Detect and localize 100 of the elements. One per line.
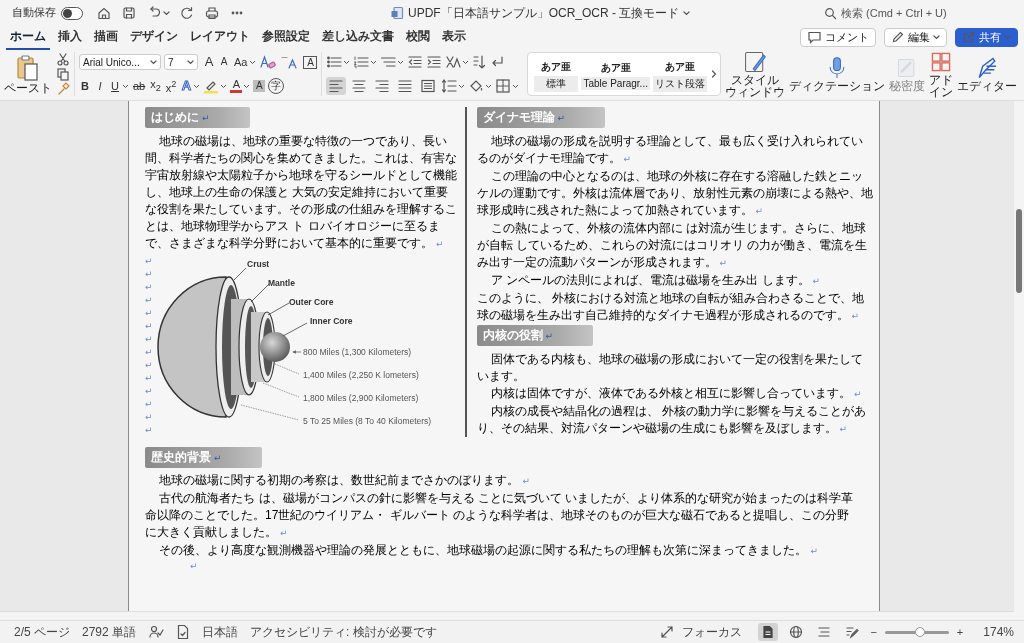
- style-item[interactable]: あア亜 リスト段落: [652, 56, 707, 92]
- dropdown-caret-icon[interactable]: [220, 83, 228, 89]
- font-name-field[interactable]: Arial Unico...: [79, 54, 161, 70]
- save-icon[interactable]: [121, 5, 137, 21]
- dropdown-caret-icon[interactable]: [397, 59, 405, 65]
- grow-font-button[interactable]: A: [203, 55, 215, 69]
- dropdown-caret-icon[interactable]: [249, 59, 257, 65]
- ribbon-tab[interactable]: 校閲: [402, 24, 434, 50]
- dropdown-caret-icon[interactable]: [193, 83, 201, 89]
- zoom-in-button[interactable]: +: [956, 626, 964, 638]
- dropdown-caret-icon[interactable]: [343, 59, 351, 65]
- clear-formatting-icon[interactable]: [259, 54, 278, 70]
- scissors-icon[interactable]: [56, 52, 70, 66]
- font-size-field[interactable]: 7: [164, 54, 198, 70]
- paragraph: このように、 外核における対流と地球の自転が組み合わさることで、地球の磁場を生み出す自己維持的なダイナモ過程が形成されるのです。 ↵: [476, 290, 865, 324]
- zoom-level[interactable]: 174%: [983, 625, 1014, 639]
- print-icon[interactable]: [204, 5, 220, 21]
- zoom-out-button[interactable]: −: [870, 626, 877, 638]
- sort-icon[interactable]: [472, 54, 487, 70]
- pencil-icon: [891, 30, 905, 44]
- redo-icon[interactable]: [179, 5, 195, 21]
- chevron-right-icon[interactable]: [709, 69, 718, 79]
- dropdown-caret-icon[interactable]: [458, 83, 466, 89]
- focus-button[interactable]: フォーカス: [660, 623, 743, 641]
- paragraph: その後、より高度な観測機器や理論の発展とともに、地球磁場の起源に関する私たちの理解も次第に深まってきました。 ↵: [158, 542, 819, 559]
- diagram-label: Outer Core: [288, 297, 333, 307]
- character-shading-button[interactable]: A: [253, 80, 266, 92]
- accessibility-status[interactable]: アクセシビリティ: 検討が必要です: [250, 623, 437, 641]
- editor-button[interactable]: エディター: [956, 55, 1017, 93]
- ribbon-tab[interactable]: 表示: [438, 24, 470, 50]
- search-field[interactable]: 検索 (Cmd + Ctrl + U): [824, 6, 1014, 20]
- ribbon-tab[interactable]: ホーム: [6, 24, 50, 50]
- subscript-button[interactable]: x$_{2}$: [149, 76, 162, 96]
- ribbon-tab[interactable]: デザイン: [126, 24, 182, 50]
- borders-icon[interactable]: [495, 78, 512, 94]
- scrollbar-thumb[interactable]: [1016, 209, 1022, 293]
- line-spacing-icon[interactable]: [441, 78, 458, 94]
- format-painter-icon[interactable]: [56, 82, 70, 96]
- italic-button[interactable]: I: [94, 79, 106, 93]
- paragraph: 古代の航海者たち は、磁場がコンパスの針に影響を与える ことに気づいて いましたが、より体系的な研究が始まったのは科学革命以降のことでした。17世紀のウイリアム・ ギルバート のような科学者は、地球そのものが巨大な磁石であると提唱し、この分野に大きく貢献しました。 ↵: [145, 490, 855, 541]
- paragraph-mark: ↵: [145, 359, 153, 372]
- home-icon[interactable]: [96, 5, 112, 21]
- zoom-slider[interactable]: [884, 630, 949, 634]
- proofing-icon[interactable]: [148, 624, 165, 640]
- horizontal-scrollbar[interactable]: [0, 611, 1014, 620]
- ribbon-tab[interactable]: 差し込み文書: [318, 24, 398, 50]
- ribbon-tab[interactable]: レイアウト: [186, 24, 254, 50]
- clipboard-icon[interactable]: [16, 53, 40, 82]
- language-label[interactable]: 日本語: [202, 623, 239, 641]
- character-border-button[interactable]: A: [303, 55, 318, 69]
- shrink-font-button[interactable]: A: [218, 55, 230, 69]
- page-count[interactable]: 2/5 ページ: [14, 623, 70, 641]
- copy-icon[interactable]: [56, 67, 70, 81]
- paragraph: この熱によって、外核の流体内部に は対流が生じます。さらに、地球が自転 しているため、これらの対流にはコリオリ の力が働き、電流を生み出す一定の流動パターンが形成されます。 ↵: [476, 220, 869, 271]
- change-case-button[interactable]: Aa: [233, 55, 249, 69]
- dropdown-caret-icon[interactable]: [370, 59, 378, 65]
- section-heading: 歴史的背景 ↵: [145, 447, 262, 468]
- slider-thumb[interactable]: [915, 626, 926, 637]
- dropdown-caret-icon[interactable]: [243, 83, 251, 89]
- increase-indent-icon[interactable]: [426, 54, 443, 70]
- dropdown-caret-icon[interactable]: [512, 83, 520, 89]
- paste-button[interactable]: ペースト: [4, 53, 52, 95]
- print-layout-button[interactable]: [758, 623, 779, 641]
- bold-button[interactable]: B: [79, 79, 91, 93]
- document-icon: [390, 6, 404, 20]
- document-check-icon[interactable]: [176, 624, 191, 640]
- font-color-button[interactable]: A: [230, 79, 243, 93]
- dropdown-caret-icon[interactable]: [122, 83, 129, 89]
- dropdown-caret-icon[interactable]: [485, 83, 493, 89]
- underline-button[interactable]: U: [109, 79, 121, 93]
- comment-button[interactable]: コメント: [800, 27, 876, 47]
- dictation-button[interactable]: ディクテーション: [788, 55, 885, 93]
- ribbon-tab[interactable]: 描画: [90, 24, 122, 50]
- ribbon-tab[interactable]: 挿入: [54, 24, 86, 50]
- ribbon-tab[interactable]: 参照設定: [258, 24, 314, 50]
- leader-line: [282, 322, 307, 337]
- multilevel-list-icon[interactable]: [380, 54, 397, 70]
- leader-line: [240, 404, 299, 421]
- styles-pane-button[interactable]: スタイル ウィンドウ: [724, 49, 785, 99]
- caret-icon: [933, 34, 940, 40]
- paint-bucket-icon[interactable]: [468, 78, 485, 94]
- alignment-button[interactable]: [326, 77, 347, 95]
- word-count[interactable]: 2792 単語: [82, 623, 137, 641]
- asian-layout-icon[interactable]: [445, 54, 462, 70]
- paragraph-mark: ↵: [145, 307, 153, 320]
- dropdown-caret-icon[interactable]: [462, 59, 470, 65]
- add-ins-button[interactable]: アド イン: [928, 49, 953, 99]
- share-icon: [962, 30, 976, 44]
- edit-button[interactable]: 編集: [884, 27, 947, 47]
- document-title[interactable]: UPDF「日本語サンプル」OCR_OCR - 互換モード: [408, 4, 680, 22]
- style-item[interactable]: あア亜 Table Paragr...: [581, 58, 650, 90]
- align-right-icon: [374, 78, 391, 94]
- superscript-button[interactable]: x$^{2}$: [164, 77, 178, 95]
- bullet-list-icon[interactable]: [326, 54, 343, 70]
- autosave-toggle[interactable]: [61, 6, 83, 20]
- decrease-indent-icon[interactable]: [407, 54, 424, 70]
- share-button[interactable]: 共有: [955, 27, 1018, 47]
- style-item[interactable]: あア亜 標準: [534, 56, 579, 92]
- strikethrough-button[interactable]: ab: [132, 79, 147, 93]
- leader-line: [274, 363, 299, 375]
